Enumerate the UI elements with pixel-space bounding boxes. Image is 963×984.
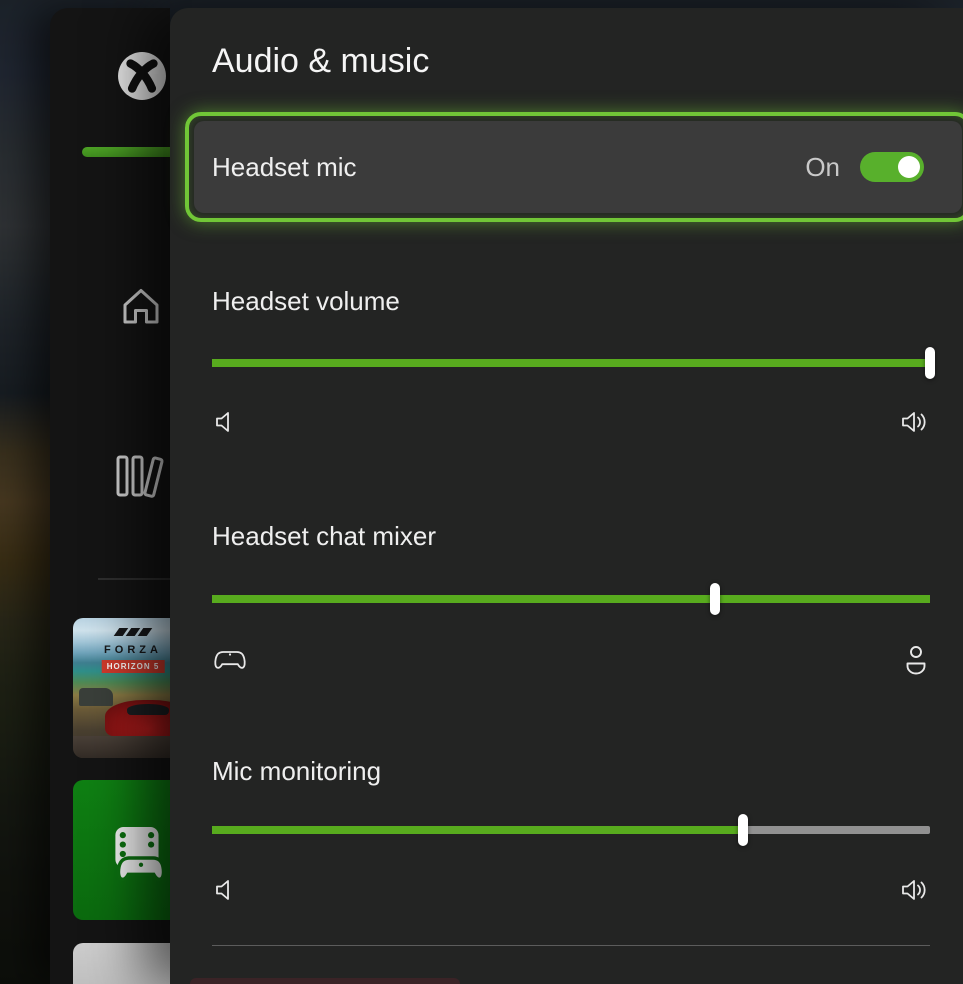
person-icon <box>902 644 930 676</box>
next-section-partial <box>190 978 460 984</box>
chat-mixer-slider[interactable] <box>212 595 930 603</box>
speaker-mute-icon <box>212 876 240 904</box>
controller-icon <box>212 646 248 674</box>
chat-mixer-label: Headset chat mixer <box>212 521 436 552</box>
mic-monitoring-slider[interactable] <box>212 826 930 834</box>
captures-media-icon <box>110 823 172 885</box>
xbox-logo-icon[interactable] <box>117 51 167 101</box>
toggle-knob <box>898 156 920 178</box>
mic-monitoring-label: Mic monitoring <box>212 756 381 787</box>
speaker-loud-icon <box>900 876 930 904</box>
headset-volume-slider[interactable] <box>212 359 930 367</box>
headset-mic-row[interactable]: Headset mic On <box>194 121 962 213</box>
section-divider <box>212 945 930 946</box>
home-icon[interactable] <box>117 282 165 330</box>
slider-handle[interactable] <box>710 583 720 615</box>
speaker-mute-icon <box>212 408 240 436</box>
slider-handle[interactable] <box>738 814 748 846</box>
slider-handle[interactable] <box>925 347 935 379</box>
library-icon[interactable] <box>113 450 167 502</box>
forza-emblem-icon <box>117 628 150 636</box>
forza-tile-subtitle: HORIZON 5 <box>102 660 165 673</box>
focus-ring: Headset mic On <box>185 112 963 222</box>
headset-mic-toggle[interactable] <box>860 152 924 182</box>
headset-mic-label: Headset mic <box>212 152 805 183</box>
speaker-loud-icon <box>900 408 930 436</box>
xbox-guide-overlay: FORZA HORIZON 5 Audio & music <box>0 0 963 984</box>
guide-sidebar: FORZA HORIZON 5 <box>50 8 170 984</box>
sidebar-divider <box>98 578 174 580</box>
audio-music-panel: Audio & music Headset mic On Headset vol… <box>170 8 963 984</box>
panel-title: Audio & music <box>212 42 429 81</box>
headset-volume-label: Headset volume <box>212 286 400 317</box>
toggle-state-label: On <box>805 152 840 183</box>
